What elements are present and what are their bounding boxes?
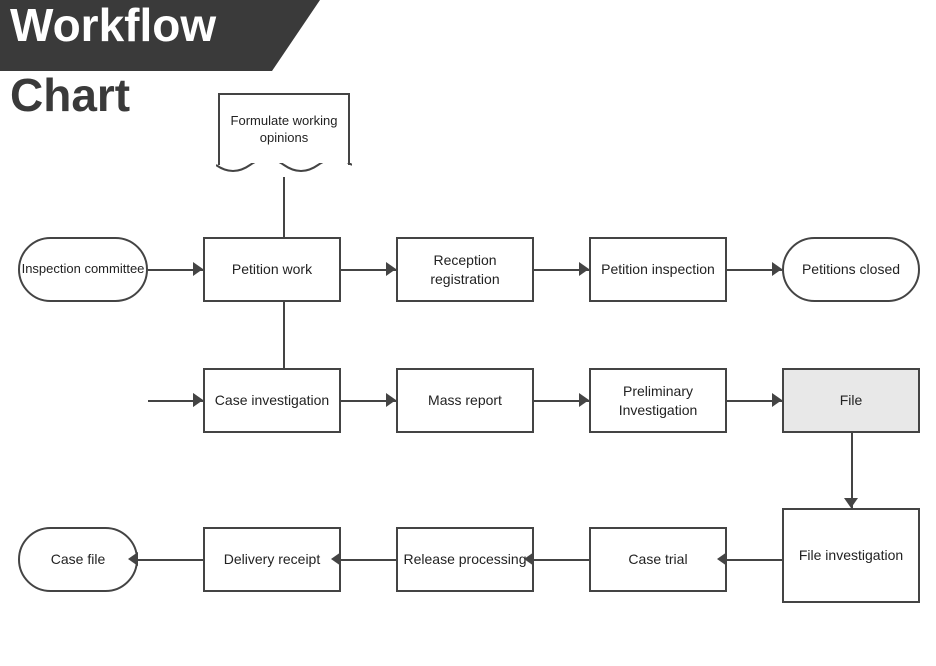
file-box: File [782,368,920,433]
formulate-wave [216,163,352,177]
formulate-box: Formulate working opinions [218,93,350,165]
arrow-formulate-down [283,177,285,245]
title-chart: Chart [10,72,130,118]
arrow-pw-down [283,302,285,370]
file-investigation-label: File investigation [799,546,903,564]
arrow-fi-ct [727,559,789,561]
arrowhead-rp-dr [331,552,341,566]
case-investigation-box: Case investigation [203,368,341,433]
mass-report-label: Mass report [428,391,502,409]
chart-area: Workflow Chart Formulate working opinion… [0,0,936,666]
delivery-receipt-box: Delivery receipt [203,527,341,592]
petition-work-box: Petition work [203,237,341,302]
preliminary-investigation-box: Preliminary Investigation [589,368,727,433]
reception-registration-label: Reception registration [398,251,532,287]
arrowhead-pw-rr [386,262,396,276]
arrow-file-down [851,433,853,508]
arrowhead-ci-mr [386,393,396,407]
reception-registration-box: Reception registration [396,237,534,302]
arrowhead-file-down [844,498,858,508]
arrowhead-pi-pc [772,262,782,276]
file-investigation-box: File investigation [782,508,920,603]
title-workflow: Workflow [10,2,216,48]
case-file-label: Case file [51,550,105,568]
arrow-rp-dr [341,559,403,561]
case-file-box: Case file [18,527,138,592]
arrowhead-dr-cf [128,552,138,566]
petition-work-label: Petition work [232,260,312,278]
arrow-dr-cf [138,559,203,561]
case-investigation-label: Case investigation [215,391,329,409]
case-trial-box: Case trial [589,527,727,592]
petition-inspection-box: Petition inspection [589,237,727,302]
arrowhead-junc-ci [193,393,203,407]
arrowhead-ic-pw [193,262,203,276]
arrowhead-mr-prel [579,393,589,407]
arrowhead-fi-ct [717,552,727,566]
arrowhead-rr-pi [579,262,589,276]
arrowhead-ct-rp [524,552,534,566]
petition-inspection-label: Petition inspection [601,260,715,278]
arrowhead-prel-file [772,393,782,407]
file-label: File [840,391,863,409]
mass-report-box: Mass report [396,368,534,433]
inspection-committee-label: Inspection committee [22,261,145,278]
formulate-label: Formulate working opinions [220,113,348,147]
release-processing-label: Release processing [404,550,527,568]
delivery-receipt-label: Delivery receipt [224,550,320,568]
release-processing-box: Release processing [396,527,534,592]
arrow-ct-rp [534,559,596,561]
preliminary-investigation-label: Preliminary Investigation [591,382,725,418]
petitions-closed-box: Petitions closed [782,237,920,302]
inspection-committee-box: Inspection committee [18,237,148,302]
case-trial-label: Case trial [628,550,687,568]
petitions-closed-label: Petitions closed [802,260,900,278]
